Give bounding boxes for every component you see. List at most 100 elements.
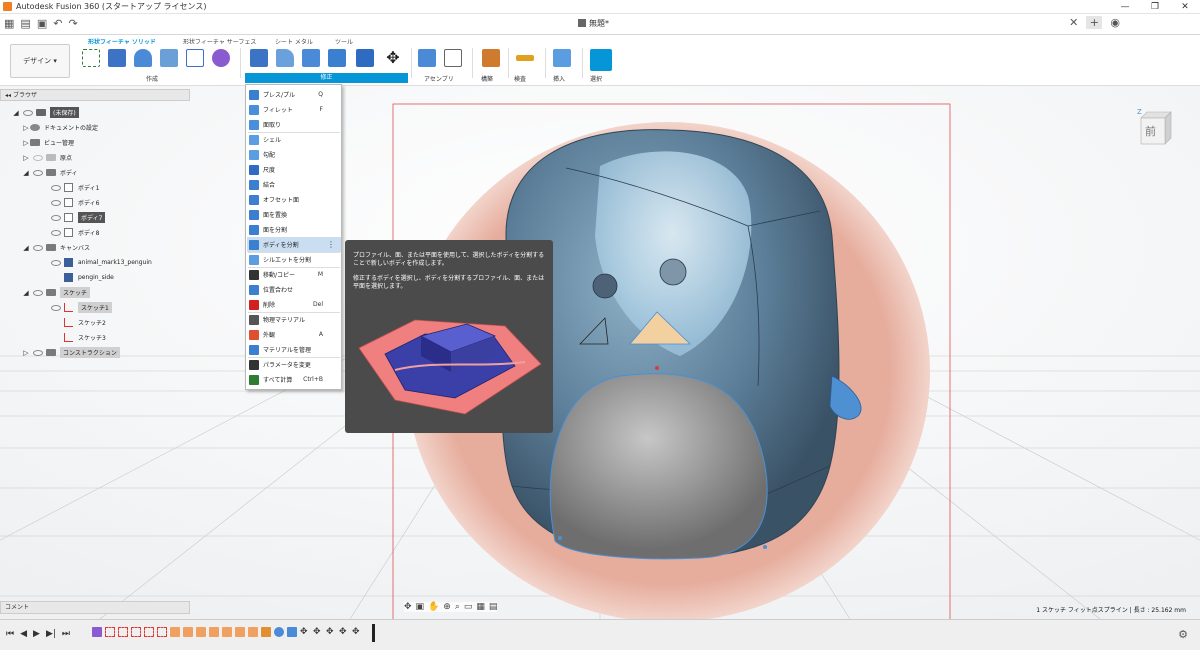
timeline-step-body-icon[interactable] — [274, 627, 284, 637]
timeline-step-sketch-icon[interactable] — [144, 627, 154, 637]
menu-item-draft[interactable]: 勾配 — [247, 147, 341, 162]
minimize-button[interactable]: — — [1110, 0, 1140, 14]
look-at-icon[interactable]: ▣ — [416, 602, 425, 612]
tree-item-doc-settings[interactable]: ▷ ドキュメントの設定 — [22, 121, 98, 134]
tree-item-body6[interactable]: ボディ6 — [48, 196, 99, 209]
expand-icon[interactable]: ◢ — [22, 244, 30, 252]
zoom-icon[interactable]: ⊕ — [443, 602, 451, 612]
tree-item-sketch1[interactable]: スケッチ1 — [48, 301, 112, 314]
menu-item-replace-face[interactable]: 面を置換 — [247, 207, 341, 222]
fillet-ribbon-icon[interactable] — [276, 49, 294, 67]
save-icon[interactable]: ▣ — [37, 17, 47, 31]
eye-icon[interactable] — [51, 229, 61, 236]
menu-item-shell[interactable]: シェル — [247, 132, 341, 147]
timeline-step-canvas-icon[interactable] — [222, 627, 232, 637]
shell-ribbon-icon[interactable] — [328, 49, 346, 67]
chamfer-ribbon-icon[interactable] — [302, 49, 320, 67]
extrude-icon[interactable] — [108, 49, 126, 67]
timeline-step-move-icon[interactable]: ✥ — [326, 627, 336, 637]
modify-group-label[interactable]: 修正 — [245, 73, 408, 83]
timeline-step-form-icon[interactable] — [92, 627, 102, 637]
press-pull-ribbon-icon[interactable] — [250, 49, 268, 67]
eye-icon[interactable] — [51, 259, 61, 266]
more-options-icon[interactable]: ⋮ — [327, 240, 335, 249]
display-settings-icon[interactable]: ▭ — [464, 602, 473, 612]
select-group-label[interactable]: 選択 — [590, 74, 602, 83]
tree-item-sketch2[interactable]: スケッチ2 — [48, 316, 106, 329]
grid-settings-icon[interactable]: ▦ — [476, 602, 485, 612]
eye-icon[interactable] — [51, 304, 61, 311]
assemble-group-label[interactable]: アセンブリ — [424, 74, 454, 83]
expand-icon[interactable]: ◢ — [22, 169, 30, 177]
revolve-icon[interactable] — [134, 49, 152, 67]
tree-item-sketches[interactable]: ◢ スケッチ — [22, 286, 91, 299]
eye-icon[interactable] — [33, 349, 43, 356]
browser-header[interactable]: ◂◂ ブラウザ — [0, 89, 190, 101]
menu-item-move[interactable]: 移動/コピー M — [247, 267, 341, 282]
eye-icon[interactable] — [51, 214, 61, 221]
menu-item-chamfer[interactable]: 面取り — [247, 117, 341, 132]
timeline-settings-icon[interactable]: ⚙ — [1178, 628, 1188, 641]
expand-icon[interactable]: ◢ — [12, 109, 20, 117]
go-to-end-icon[interactable]: ⏭ — [62, 629, 70, 639]
menu-item-parameters[interactable]: パラメータを変更 — [247, 357, 341, 372]
timeline-step-move-icon[interactable]: ✥ — [313, 627, 323, 637]
tree-item-sketch3[interactable]: スケッチ3 — [48, 331, 106, 344]
close-tab-icon[interactable]: ✕ — [1069, 16, 1078, 29]
viewports-icon[interactable]: ▤ — [489, 602, 498, 612]
redo-icon[interactable]: ↷ — [68, 17, 77, 31]
form-icon[interactable] — [212, 49, 230, 67]
tree-item-body8[interactable]: ボディ8 — [48, 226, 99, 239]
tree-item-canvas-penguin[interactable]: animal_mark13_penguin — [48, 256, 152, 269]
timeline-step-sketch-icon[interactable] — [131, 627, 141, 637]
timeline-step-move-icon[interactable]: ✥ — [339, 627, 349, 637]
insert-image-icon[interactable] — [553, 49, 571, 67]
menu-item-silhouette-split[interactable]: シルエットを分割 — [247, 252, 341, 267]
timeline-marker[interactable] — [372, 624, 375, 642]
timeline-step-canvas-icon[interactable] — [248, 627, 258, 637]
menu-item-fillet[interactable]: フィレット F — [247, 102, 341, 117]
pan-icon[interactable]: ✋ — [428, 602, 439, 612]
step-forward-icon[interactable]: ▶| — [46, 629, 56, 639]
data-panel-icon[interactable]: ▦ — [4, 17, 14, 31]
close-button[interactable]: ✕ — [1170, 0, 1200, 14]
tree-item-construction[interactable]: ▷ コンストラクション — [22, 346, 120, 359]
maximize-button[interactable]: ❐ — [1140, 0, 1170, 14]
eye-icon[interactable] — [51, 199, 61, 206]
tree-item-named-views[interactable]: ▷ ビュー管理 — [22, 136, 74, 149]
timeline-step-canvas-icon[interactable] — [170, 627, 180, 637]
play-icon[interactable]: ▶ — [33, 629, 40, 639]
timeline-step-body-icon[interactable] — [287, 627, 297, 637]
eye-icon[interactable] — [33, 154, 43, 161]
orbit-icon[interactable]: ✥ — [404, 602, 412, 612]
create-group-label[interactable]: 作成 — [146, 74, 158, 83]
menu-item-compute-all[interactable]: すべて計算 Ctrl+B — [247, 372, 341, 387]
create-sketch-icon[interactable] — [82, 49, 100, 67]
tree-root[interactable]: ◢ (未保存) — [12, 106, 79, 119]
timeline-step-sketch-icon[interactable] — [118, 627, 128, 637]
timeline-step-split-icon[interactable] — [261, 627, 271, 637]
timeline-step-move-icon[interactable]: ✥ — [300, 627, 310, 637]
collapse-icon[interactable]: ▷ — [22, 139, 30, 147]
expand-icon[interactable]: ◢ — [22, 289, 30, 297]
move-ribbon-icon[interactable]: ✥ — [384, 49, 402, 67]
menu-item-scale[interactable]: 尺度 — [247, 162, 341, 177]
joint-icon[interactable] — [444, 49, 462, 67]
menu-item-manage-materials[interactable]: マテリアルを管理 — [247, 342, 341, 357]
collapse-icon[interactable]: ▷ — [22, 154, 30, 162]
menu-item-delete[interactable]: 削除 Del — [247, 297, 341, 312]
tree-item-origin[interactable]: ▷ 原点 — [22, 151, 72, 164]
tree-item-canvas-side[interactable]: pengin_side — [48, 271, 114, 284]
menu-item-appearance[interactable]: 外観 A — [247, 327, 341, 342]
eye-icon[interactable] — [33, 169, 43, 176]
job-status-icon[interactable]: ◉ — [1110, 16, 1120, 29]
inspect-group-label[interactable]: 検査 — [514, 74, 526, 83]
document-tab[interactable]: 無題* — [578, 18, 609, 29]
offset-plane-icon[interactable] — [482, 49, 500, 67]
menu-item-align[interactable]: 位置合わせ — [247, 282, 341, 297]
eye-icon[interactable] — [33, 244, 43, 251]
menu-item-split-face[interactable]: 面を分割 — [247, 222, 341, 237]
tree-item-bodies[interactable]: ◢ ボディ — [22, 166, 77, 179]
menu-item-split-body[interactable]: ボディを分割 ⋮ — [247, 237, 341, 252]
timeline-step-canvas-icon[interactable] — [209, 627, 219, 637]
